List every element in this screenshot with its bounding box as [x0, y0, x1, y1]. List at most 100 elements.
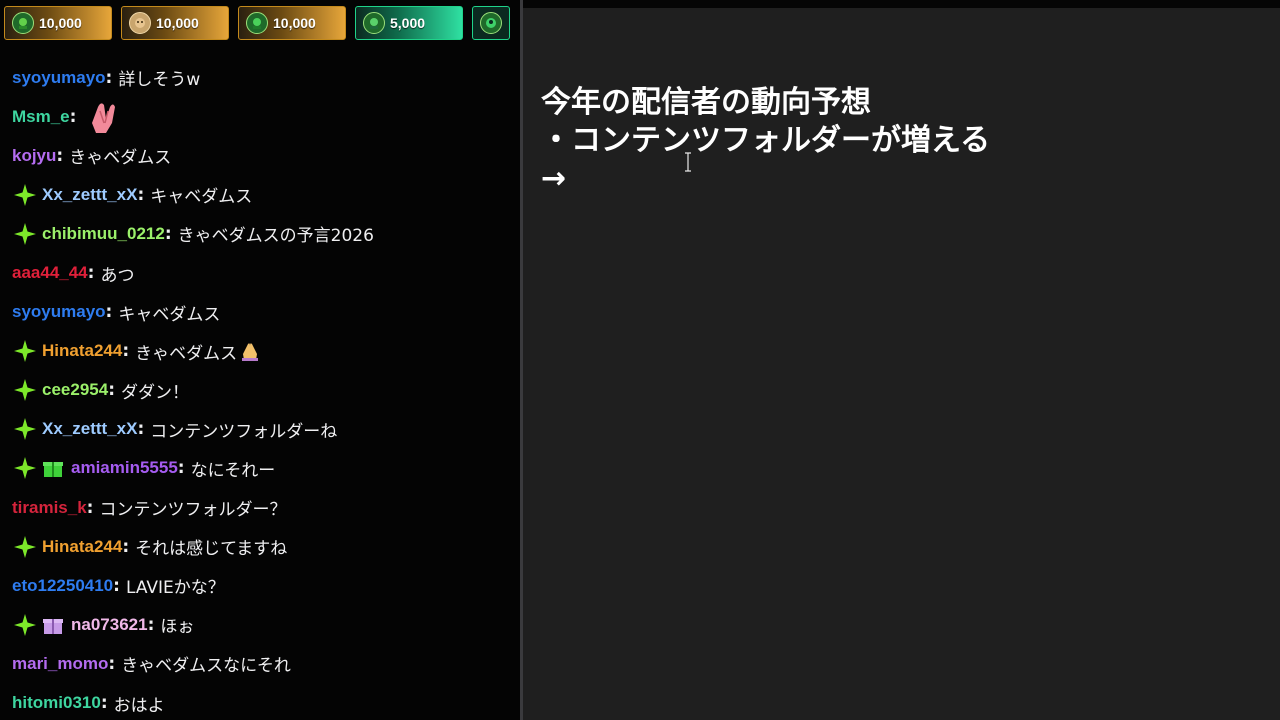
chat-message: eto12250410: LAVIEかな？ [12, 566, 517, 605]
chat-username[interactable]: Hinata244 [42, 537, 122, 557]
praying-hands-emote [86, 99, 120, 135]
colon: : [105, 67, 113, 88]
chat-username[interactable]: syoyumayo [12, 302, 106, 322]
colon: : [69, 106, 77, 127]
chat-text: それは感じてますね [135, 539, 288, 560]
chat-text: キャベダムス [118, 304, 221, 325]
chat-username[interactable]: Hinata244 [42, 341, 122, 361]
colon: : [56, 145, 64, 166]
chat-message: Msm_e: [12, 97, 517, 136]
leaderboard-count: 10,000 [39, 15, 82, 31]
leaderboard-entry-2[interactable]: 10,000 [121, 6, 229, 40]
chat-message: Hinata244: きゃベダムス [12, 332, 517, 371]
sparkle-badge-icon [12, 416, 38, 442]
note-editor[interactable]: 今年の配信者の動向予想 ・コンテンツフォルダーが増える → [523, 8, 1280, 720]
chat-text: なにそれー [190, 460, 276, 481]
chat-message: na073621: ほぉ [12, 605, 517, 644]
colon: : [86, 497, 94, 518]
chat-text: 詳しそうw [118, 70, 201, 91]
gift-badge-icon [42, 458, 64, 478]
chat-username[interactable]: tiramis_k [12, 498, 87, 518]
chat-text: おはよ [113, 695, 165, 716]
chat-username[interactable]: chibimuu_0212 [42, 224, 165, 244]
chat-text: きゃベダムスの予言2026 [177, 226, 374, 247]
note-line-1: 今年の配信者の動向予想 [541, 85, 871, 120]
colon: : [137, 419, 145, 440]
colon: : [108, 653, 116, 674]
leaderboard-entry-3[interactable]: 10,000 [238, 6, 346, 40]
text-cursor-icon [684, 152, 692, 172]
sparkle-badge-icon [12, 534, 38, 560]
sparkle-badge-icon [12, 221, 38, 247]
colon: : [147, 614, 155, 635]
chat-text: キャベダムス [150, 187, 253, 208]
chat-text: きゃベダムス [135, 343, 238, 364]
chat-message: mari_momo: きゃベダムスなにそれ [12, 644, 517, 683]
colon: : [177, 458, 185, 479]
colon: : [108, 380, 115, 401]
colon: : [113, 575, 120, 596]
gift-badge-icon [42, 615, 64, 635]
colon: : [105, 302, 113, 323]
pray-emoji [239, 340, 261, 362]
leaderboard-count: 5,000 [390, 15, 426, 31]
avatar [12, 12, 34, 34]
chat-text: ダダン！ [121, 382, 189, 403]
chat-username[interactable]: amiamin5555 [71, 458, 178, 478]
chat-message: syoyumayo: 詳しそうw [12, 58, 517, 97]
chat-message: chibimuu_0212: きゃベダムスの予言2026 [12, 214, 517, 253]
avatar [246, 12, 268, 34]
colon: : [122, 341, 130, 362]
chat-message: Xx_zettt_xX: コンテンツフォルダーね [12, 410, 517, 449]
stream-screen: 10,000 10,000 10,000 5,000 syoyumayo: 詳… [0, 0, 1280, 720]
colon: : [87, 263, 95, 284]
chat-username[interactable]: mari_momo [12, 654, 108, 674]
leaderboard-count: 10,000 [156, 15, 199, 31]
colon: : [122, 536, 130, 557]
avatar [363, 12, 385, 34]
note-line-2: ・コンテンツフォルダーが増える [541, 123, 991, 158]
chat-message: Xx_zettt_xX: キャベダムス [12, 175, 517, 214]
chat-messages: syoyumayo: 詳しそうw Msm_e: kojyu: きゃベダムス Xx_z… [12, 58, 517, 720]
chat-message: tiramis_k: コンテンツフォルダー？ [12, 488, 517, 527]
chat-username[interactable]: cee2954 [42, 380, 108, 400]
note-line-3: → [541, 161, 567, 196]
chat-username[interactable]: syoyumayo [12, 68, 106, 88]
chat-username[interactable]: aaa44_44 [12, 263, 88, 283]
chat-text: あつ [100, 265, 135, 286]
chat-text: コンテンツフォルダー？ [99, 500, 287, 521]
leaderboard-entry-5[interactable] [472, 6, 510, 40]
chat-username[interactable]: eto12250410 [12, 576, 113, 596]
sparkle-badge-icon [12, 377, 38, 403]
sparkle-badge-icon [12, 338, 38, 364]
sparkle-badge-icon [12, 455, 38, 481]
chat-username[interactable]: Msm_e [12, 107, 70, 127]
sparkle-badge-icon [12, 612, 38, 638]
chat-text: ほぉ [160, 617, 195, 638]
gift-leaderboard: 10,000 10,000 10,000 5,000 [4, 6, 520, 42]
chat-message: hitomi0310: おはよ [12, 684, 517, 720]
chat-username[interactable]: kojyu [12, 146, 56, 166]
chat-text: きゃベダムス [69, 148, 172, 169]
leaderboard-count: 10,000 [273, 15, 316, 31]
avatar [129, 12, 151, 34]
leaderboard-entry-4[interactable]: 5,000 [355, 6, 463, 40]
chat-username[interactable]: hitomi0310 [12, 693, 101, 713]
note-text[interactable]: 今年の配信者の動向予想 ・コンテンツフォルダーが増える → [541, 84, 990, 198]
avatar [480, 12, 502, 34]
chat-panel: 10,000 10,000 10,000 5,000 syoyumayo: 詳… [0, 0, 520, 720]
colon: : [100, 693, 108, 714]
chat-message: syoyumayo: キャベダムス [12, 293, 517, 332]
chat-message: kojyu: きゃベダムス [12, 136, 517, 175]
chat-message: aaa44_44: あつ [12, 253, 517, 292]
chat-username[interactable]: na073621 [71, 615, 148, 635]
chat-text: きゃベダムスなにそれ [121, 656, 291, 677]
chat-message: cee2954: ダダン！ [12, 371, 517, 410]
chat-text: LAVIEかな？ [125, 578, 225, 599]
chat-username[interactable]: Xx_zettt_xX [42, 185, 137, 205]
sparkle-badge-icon [12, 182, 38, 208]
chat-text: コンテンツフォルダーね [150, 421, 338, 442]
chat-username[interactable]: Xx_zettt_xX [42, 419, 137, 439]
chat-message: Hinata244: それは感じてますね [12, 527, 517, 566]
leaderboard-entry-1[interactable]: 10,000 [4, 6, 112, 40]
